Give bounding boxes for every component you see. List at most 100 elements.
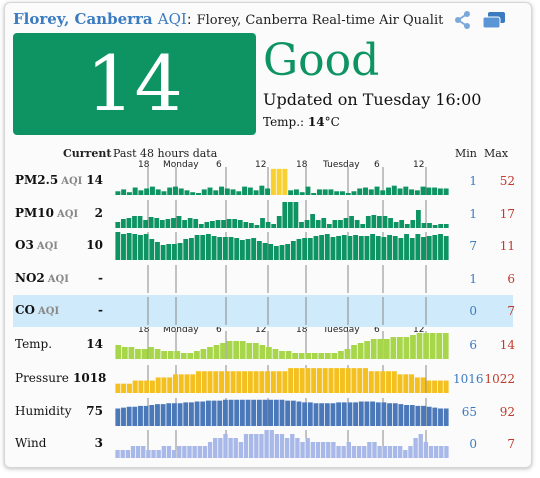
chart-bar (336, 446, 341, 458)
chart-bar (285, 244, 291, 260)
chart-bar (234, 238, 240, 260)
row-chart[interactable] (115, 331, 449, 359)
city-link[interactable]: Florey, Canberra (13, 10, 153, 28)
chart-bar (392, 446, 398, 458)
chart-bar (207, 187, 213, 195)
chart-bar (197, 446, 202, 458)
chart-bar (269, 430, 274, 458)
chart-bar (155, 189, 161, 195)
chart-bar (341, 446, 346, 458)
chart-bar (316, 189, 322, 195)
chart-bar (276, 168, 282, 195)
chart-bar (357, 188, 363, 195)
row-chart[interactable] (115, 398, 449, 426)
chart-bar (290, 241, 296, 260)
chart-bar (262, 243, 268, 260)
row-chart[interactable] (115, 232, 449, 260)
chart-bar (307, 238, 313, 260)
row-chart[interactable] (115, 430, 449, 458)
chart-bar (222, 399, 228, 426)
chart-bar (213, 345, 220, 359)
row-min: 0 (469, 437, 477, 451)
chart-bar (322, 189, 328, 195)
chart-bar (217, 400, 223, 426)
chart-bar (326, 442, 331, 458)
chart-bar (193, 351, 200, 359)
chart-bar (279, 399, 285, 426)
chart-bar (249, 223, 254, 228)
row-chart[interactable] (115, 297, 449, 325)
chart-bar (149, 186, 155, 195)
chart-bar (330, 237, 336, 260)
chart-bar (443, 236, 449, 260)
chart-bar (149, 239, 155, 260)
chart-bar (254, 434, 259, 458)
chart-bar (319, 235, 325, 260)
row-chart[interactable] (115, 365, 449, 393)
chart-bar (193, 219, 199, 228)
chart-bar (138, 405, 143, 426)
chart-bar (121, 407, 126, 426)
chart-bar (232, 219, 238, 228)
chart-bar (341, 235, 347, 260)
chart-bar (285, 351, 292, 359)
chart-bar (304, 220, 310, 228)
row-max: 1022 (484, 372, 515, 386)
chart-bar (217, 237, 223, 260)
chart-bar (363, 187, 368, 195)
row-max: 14 (499, 338, 515, 352)
chart-bar (426, 187, 432, 195)
chart-bar (172, 244, 177, 260)
chart-bar (200, 235, 206, 260)
chart-bar (247, 187, 253, 195)
chart-bar (135, 349, 141, 359)
chart-bar (174, 351, 181, 359)
chart-bar (382, 216, 388, 228)
chart-bar (219, 371, 225, 393)
row-chart[interactable] (115, 167, 449, 195)
chart-bar (213, 371, 219, 393)
chart-bar (126, 192, 132, 195)
chart-bar (305, 353, 312, 359)
chart-bar (363, 368, 368, 393)
chart-bar (397, 188, 403, 195)
chart-bar (264, 430, 269, 458)
chart-bar (165, 219, 171, 228)
chart-bar (268, 399, 274, 426)
chart-bar (302, 402, 308, 426)
chart-bar (343, 218, 349, 228)
chart-bar (387, 446, 393, 458)
chart-bar (180, 353, 187, 359)
chart-bar (387, 403, 392, 426)
chart-bar (300, 442, 305, 458)
row-unit: AQI (36, 241, 58, 252)
chart-bar (322, 368, 328, 393)
chart-bar (324, 234, 330, 260)
chart-bar (138, 235, 143, 260)
chart-bar (293, 189, 299, 195)
widget-header: Florey, Canberra AQI: Florey, Canberra R… (13, 9, 513, 29)
chart-bar (351, 345, 357, 359)
chart-bar (397, 337, 403, 359)
chart-bar (315, 220, 321, 228)
chart-bar (313, 236, 319, 260)
chart-bar (339, 191, 345, 195)
chart-bar (155, 404, 160, 426)
chart-bar (207, 347, 213, 359)
row-chart[interactable] (115, 200, 449, 228)
chart-bar (305, 186, 311, 195)
chart-bar (259, 185, 265, 195)
chart-bar (377, 216, 382, 228)
chart-bar (221, 220, 226, 228)
chart-bar (346, 442, 351, 458)
chart-bar (347, 236, 353, 260)
windows-icon[interactable] (482, 11, 506, 29)
row-chart[interactable] (115, 265, 449, 293)
chart-bar (282, 202, 288, 228)
chart-bar (338, 351, 344, 359)
row-name: Temp. (15, 337, 53, 351)
chart-bar (268, 244, 274, 260)
chart-bar (299, 192, 305, 195)
chart-bar (149, 405, 155, 426)
share-icon[interactable] (453, 10, 473, 30)
